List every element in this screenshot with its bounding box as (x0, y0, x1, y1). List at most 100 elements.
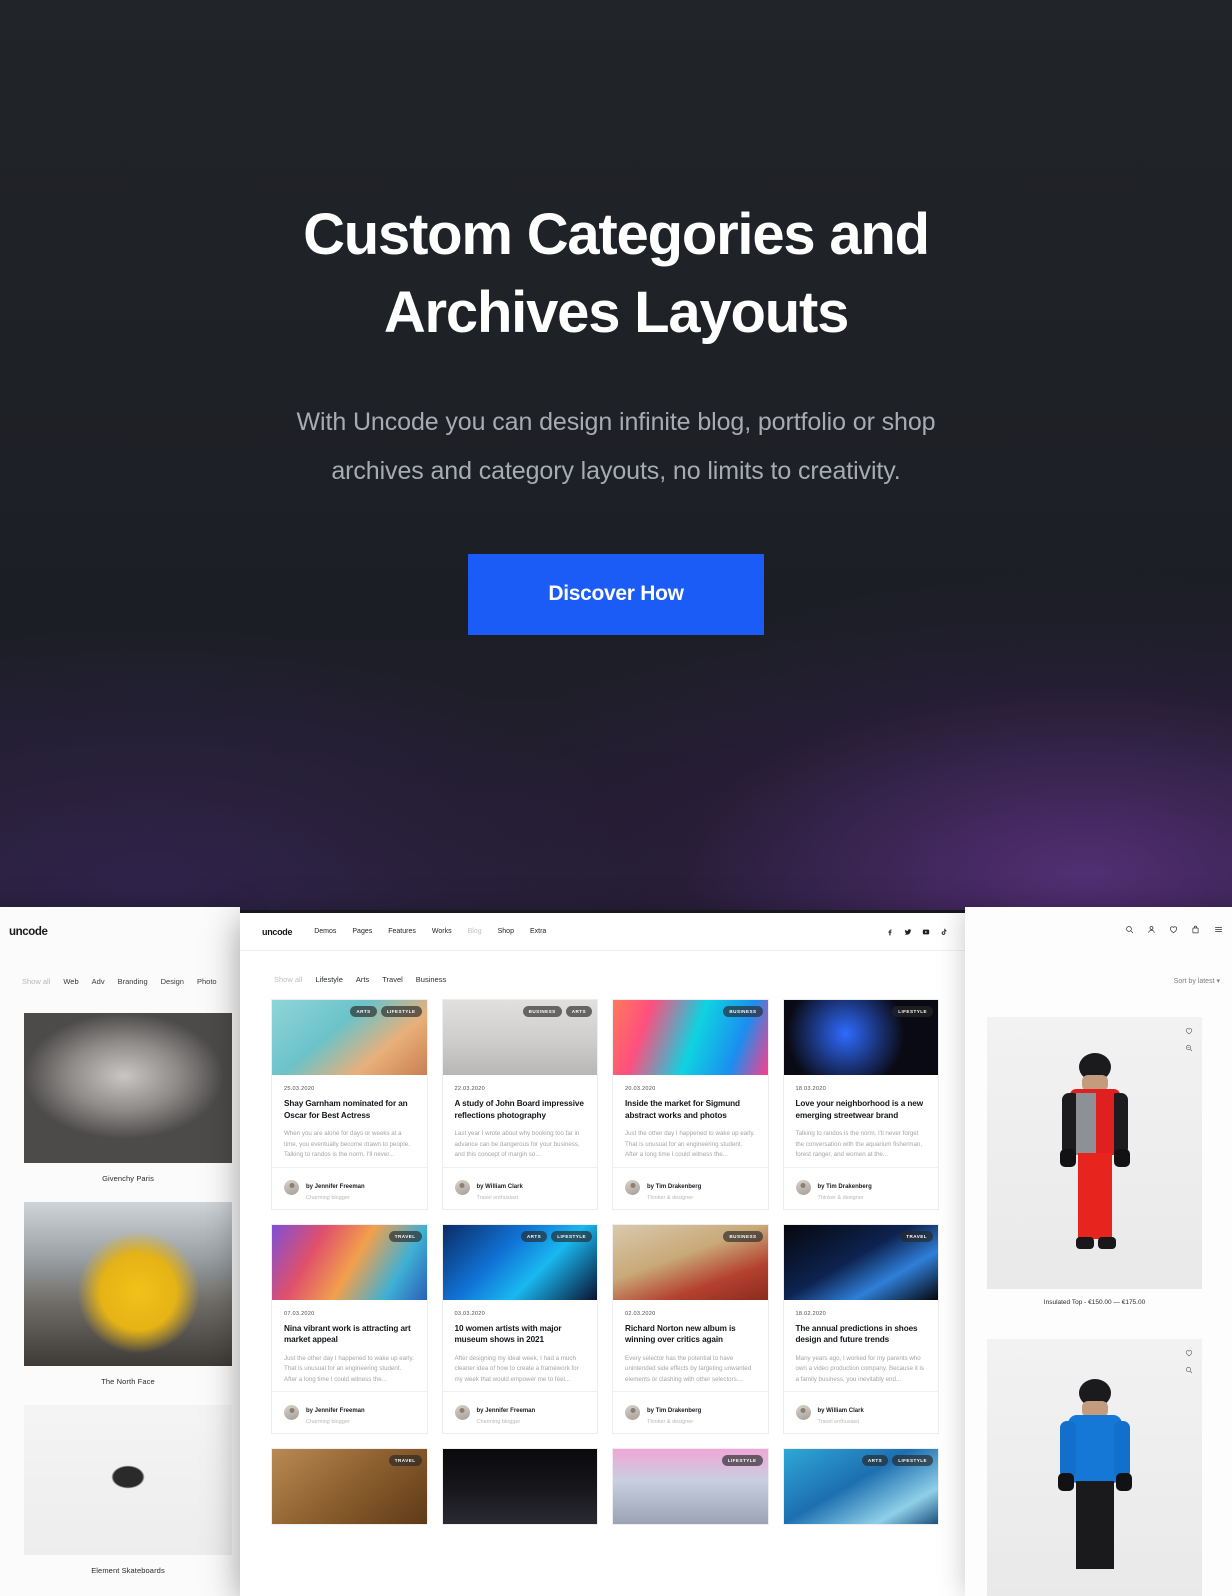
site-logo[interactable]: uncode (262, 927, 293, 937)
user-icon[interactable] (1147, 925, 1156, 934)
blog-card[interactable]: ARTS LIFESTYLE 25.03.2020 Shay Garnham nomi… (271, 999, 428, 1210)
facebook-icon[interactable] (886, 928, 894, 936)
blog-card[interactable]: LIFESTYLE (612, 1448, 769, 1525)
blog-card[interactable]: BUSINESS ARTS 22.03.2020 A study of John Bo… (441, 999, 598, 1210)
blog-card[interactable]: BUSINESS 20.03.2020 Inside the market for … (612, 999, 769, 1210)
zoom-icon[interactable] (1185, 1366, 1193, 1374)
category-badge[interactable]: ARTS (565, 1006, 592, 1017)
blog-card[interactable]: TRAVEL 18.02.2020 The annual predictions i… (782, 1223, 939, 1434)
blog-card[interactable]: BUSINESS 02.03.2020 Richard Norton new alb… (612, 1223, 769, 1434)
blog-card-title[interactable]: Inside the market for Sigmund abstract w… (625, 1098, 756, 1121)
product-quick-actions[interactable] (1185, 1027, 1193, 1052)
blog-card-author[interactable]: by Jennifer Freeman Charming blogger (442, 1391, 597, 1433)
product-card[interactable] (987, 1339, 1202, 1596)
category-badge[interactable]: BUSINESS (522, 1006, 562, 1017)
chevron-down-icon[interactable]: ▾ (1216, 978, 1220, 985)
category-badge[interactable]: ARTS (861, 1455, 889, 1466)
author-name[interactable]: by Jennifer Freeman (306, 1408, 365, 1414)
blog-filter-travel[interactable]: Travel (382, 975, 403, 984)
category-badge[interactable]: TRAVEL (388, 1230, 422, 1242)
menu-item-blog[interactable]: Blog (468, 928, 482, 935)
discover-how-button[interactable]: Discover How (468, 554, 764, 635)
category-badge[interactable]: TRAVEL (900, 1230, 933, 1242)
heart-icon[interactable] (1169, 925, 1178, 934)
menu-icon[interactable] (1213, 925, 1224, 934)
blog-card-image[interactable]: BUSINESS ARTS (442, 1000, 597, 1075)
blog-card-image[interactable]: BUSINESS (613, 1224, 768, 1300)
category-badge[interactable]: LIFESTYLE (551, 1230, 592, 1242)
zoom-icon[interactable] (1185, 1044, 1193, 1052)
blog-card-image[interactable]: TRAVEL (272, 1224, 427, 1300)
product-image[interactable] (987, 1339, 1202, 1596)
blog-card-image[interactable]: ARTS LIFESTYLE (783, 1449, 938, 1524)
category-badge[interactable]: BUSINESS (723, 1006, 763, 1017)
author-name[interactable]: by Tim Drakenberg (647, 1408, 701, 1414)
blog-card-title[interactable]: Shay Garnham nominated for an Oscar for … (284, 1098, 415, 1121)
bag-icon[interactable] (1191, 925, 1200, 934)
sort-dropdown[interactable]: Sort by latest ▾ (1174, 977, 1220, 985)
blog-card-author[interactable]: by Tim Drakenberg Thinker & designer (613, 1391, 768, 1433)
blog-card-image[interactable]: ARTS LIFESTYLE (272, 1000, 427, 1075)
blog-card-image[interactable]: TRAVEL (783, 1224, 938, 1300)
blog-filter-lifestyle[interactable]: Lifestyle (315, 975, 343, 984)
blog-card-title[interactable]: 10 women artists with major museum shows… (455, 1323, 586, 1346)
blog-card-title[interactable]: The annual predictions in shoes design a… (796, 1323, 927, 1346)
blog-card-author[interactable]: by Tim Drakenberg Thinker & designer (613, 1166, 768, 1209)
menu-item-works[interactable]: Works (432, 928, 452, 935)
social-links[interactable] (886, 928, 948, 936)
portfolio-item[interactable]: The North Face (24, 1202, 232, 1386)
product-image[interactable] (987, 1017, 1202, 1289)
menu-item-extra[interactable]: Extra (530, 928, 546, 935)
blog-filter-business[interactable]: Business (416, 975, 446, 984)
blog-card-title[interactable]: Nina vibrant work is attracting art mark… (284, 1323, 415, 1346)
portfolio-filter-design[interactable]: Design (161, 977, 184, 986)
blog-card-title[interactable]: Richard Norton new album is winning over… (625, 1323, 756, 1346)
portfolio-image[interactable] (24, 1202, 232, 1366)
author-name[interactable]: by William Clark (818, 1408, 864, 1414)
author-name[interactable]: by William Clark (477, 1184, 523, 1190)
menu-item-demos[interactable]: Demos (314, 928, 336, 935)
menu-item-shop[interactable]: Shop (498, 928, 514, 935)
blog-card-author[interactable]: by Jennifer Freeman Charming blogger (272, 1166, 427, 1209)
category-badge[interactable]: LIFESTYLE (892, 1455, 933, 1466)
category-badge[interactable]: TRAVEL (388, 1455, 422, 1466)
blog-card[interactable]: TRAVEL 07.03.2020 Nina vibrant work is att… (271, 1223, 428, 1434)
blog-card-title[interactable]: A study of John Board impressive reflect… (455, 1098, 586, 1121)
category-badge[interactable]: LIFESTYLE (380, 1006, 422, 1017)
blog-card-image[interactable]: LIFESTYLE (783, 1000, 938, 1075)
blog-card[interactable]: LIFESTYLE 18.03.2020 Love your neighborhoo… (782, 999, 939, 1210)
portfolio-filter-web[interactable]: Web (63, 977, 78, 986)
blog-card-author[interactable]: by William Clark Travel enthusiast (442, 1166, 597, 1209)
author-name[interactable]: by Jennifer Freeman (306, 1184, 365, 1190)
portfolio-filter-bar[interactable]: Show all Web Adv Branding Design Photo (22, 977, 217, 986)
portfolio-image[interactable] (24, 1013, 232, 1163)
blog-card[interactable] (441, 1448, 598, 1525)
youtube-icon[interactable] (922, 928, 930, 936)
portfolio-filter-branding[interactable]: Branding (118, 977, 148, 986)
category-badge[interactable]: BUSINESS (723, 1230, 763, 1242)
blog-filter-show-all[interactable]: Show all (274, 975, 302, 984)
menu-item-pages[interactable]: Pages (352, 928, 372, 935)
portfolio-filter-show-all[interactable]: Show all (22, 977, 50, 986)
blog-filter-bar[interactable]: Show all Lifestyle Arts Travel Business (240, 951, 970, 984)
heart-icon[interactable] (1185, 1349, 1193, 1357)
blog-card-image[interactable]: ARTS LIFESTYLE (442, 1224, 597, 1300)
product-card[interactable]: Insulated Top - €150.00 — €175.00 (987, 1017, 1202, 1306)
blog-card-image[interactable]: BUSINESS (613, 1000, 768, 1075)
shop-toolbar[interactable] (1125, 925, 1224, 934)
category-badge[interactable]: ARTS (350, 1006, 377, 1017)
author-name[interactable]: by Tim Drakenberg (818, 1184, 872, 1190)
blog-card[interactable]: ARTS LIFESTYLE 03.03.2020 10 women artists … (441, 1223, 598, 1434)
menu-item-features[interactable]: Features (388, 928, 416, 935)
blog-card-image[interactable]: TRAVEL (272, 1449, 427, 1524)
heart-icon[interactable] (1185, 1027, 1193, 1035)
blog-card-image[interactable] (442, 1449, 597, 1524)
tiktok-icon[interactable] (940, 928, 948, 936)
blog-card-title[interactable]: Love your neighborhood is a new emerging… (796, 1098, 927, 1121)
search-icon[interactable] (1125, 925, 1134, 934)
blog-card-image[interactable]: LIFESTYLE (613, 1449, 768, 1524)
product-quick-actions[interactable] (1185, 1349, 1193, 1374)
category-badge[interactable]: LIFESTYLE (892, 1006, 933, 1017)
twitter-icon[interactable] (904, 928, 912, 936)
portfolio-image[interactable] (24, 1405, 232, 1555)
